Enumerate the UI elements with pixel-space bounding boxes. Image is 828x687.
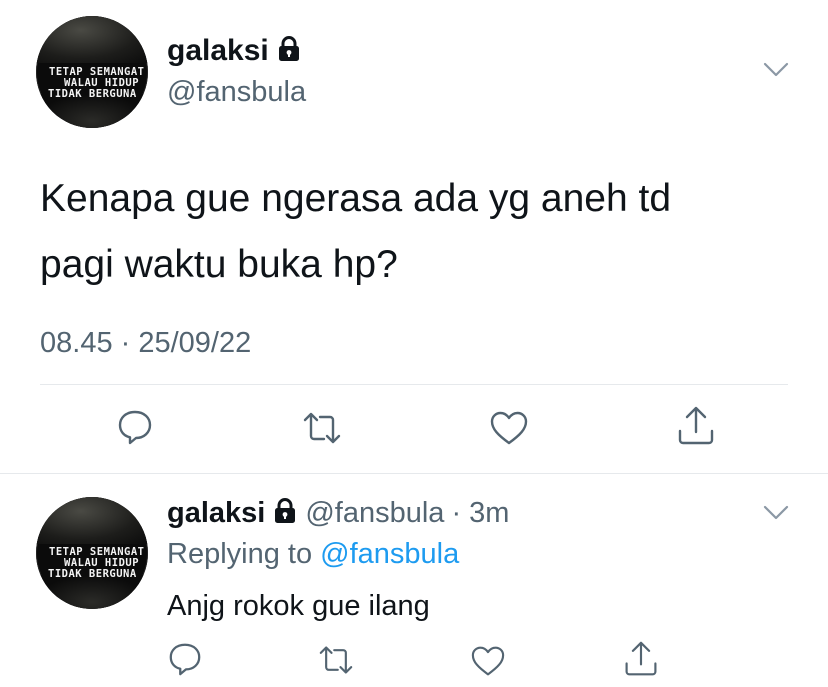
author-name-row[interactable]: galaksi <box>167 33 300 69</box>
reply-like-icon[interactable] <box>470 645 506 677</box>
share-icon[interactable] <box>676 405 716 447</box>
reply-avatar[interactable]: TETAP SEMANGAT WALAU HIDUP TIDAK BERGUNA <box>36 497 148 609</box>
reply-reply-icon[interactable] <box>167 641 203 677</box>
reply-header: galaksi @fansbula · 3m <box>167 495 509 531</box>
like-icon[interactable] <box>489 410 529 446</box>
reply-lock-icon <box>274 497 296 529</box>
tweet-text-line2: pagi waktu buka hp? <box>40 243 398 286</box>
avatar-text-line3: TIDAK BERGUNA <box>48 88 137 100</box>
avatar[interactable]: TETAP SEMANGAT WALAU HIDUP TIDAK BERGUNA <box>36 16 148 128</box>
chevron-down-icon[interactable] <box>763 62 789 78</box>
handle[interactable]: @fansbula <box>167 75 306 109</box>
tweet-text-line1: Kenapa gue ngerasa ada yg aneh td <box>40 177 672 220</box>
reply-share-icon[interactable] <box>623 640 659 678</box>
avatar-background <box>36 16 148 64</box>
reply-retweet-icon[interactable] <box>316 643 356 677</box>
reply-display-name[interactable]: galaksi <box>167 496 265 530</box>
reply-icon[interactable] <box>116 408 154 446</box>
reply-text: Anjg rokok gue ilang <box>167 590 430 622</box>
reply-avatar-background-bottom <box>36 575 148 609</box>
retweet-icon[interactable] <box>300 409 344 447</box>
reply-avatar-text-line3: TIDAK BERGUNA <box>48 568 137 580</box>
section-divider <box>0 473 828 474</box>
divider <box>40 384 788 385</box>
reply-chevron-down-icon[interactable] <box>763 505 789 521</box>
tweet-timestamp[interactable]: 08.45 · 25/09/22 <box>40 326 251 360</box>
lock-icon <box>278 35 300 67</box>
reply-time[interactable]: · 3m <box>451 496 509 530</box>
tweet-text: Kenapa gue ngerasa ada yg aneh td pagi w… <box>40 166 671 298</box>
reply-handle[interactable]: @fansbula <box>305 496 444 530</box>
reply-avatar-background <box>36 497 148 545</box>
replying-to: Replying to @fansbula <box>167 537 459 571</box>
replying-to-label: Replying to <box>167 538 313 570</box>
replying-to-link[interactable]: @fansbula <box>320 538 459 570</box>
display-name[interactable]: galaksi <box>167 34 269 68</box>
